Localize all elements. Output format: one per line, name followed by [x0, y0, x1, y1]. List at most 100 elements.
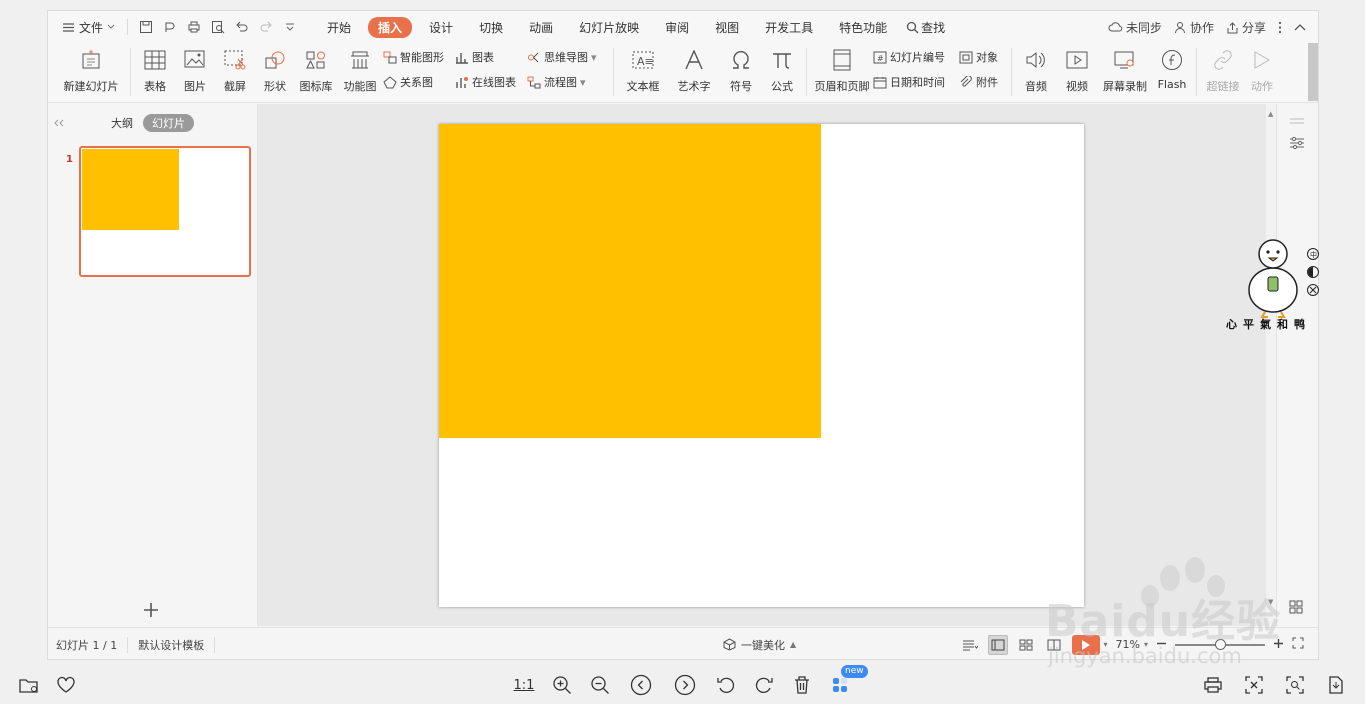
notes-view-button[interactable] [960, 635, 980, 655]
more-options-button[interactable] [1278, 21, 1282, 34]
screenshot-button[interactable]: 截屏 [215, 43, 255, 101]
share-button[interactable]: 分享 [1226, 19, 1266, 36]
tab-insert[interactable]: 插入 [368, 16, 413, 38]
print-preview-button[interactable] [208, 17, 228, 37]
mindmap-button[interactable]: 思维导图 ▾ [527, 49, 609, 65]
collaborate-button[interactable]: 协作 [1174, 19, 1214, 36]
search-button[interactable]: 查找 [906, 19, 945, 36]
print-image-button[interactable] [1202, 674, 1224, 696]
rotate-right-button[interactable] [753, 674, 775, 696]
zoom-out-icon [591, 676, 609, 694]
chevron-up-icon [1294, 24, 1306, 31]
header-footer-button[interactable]: 页眉和页脚 [811, 43, 873, 101]
tab-developer[interactable]: 开发工具 [752, 17, 826, 38]
template-name[interactable]: 默认设计模板 [138, 637, 204, 653]
properties-button[interactable] [1289, 136, 1305, 154]
collapse-ribbon-button[interactable] [1294, 23, 1306, 31]
video-icon [1066, 51, 1088, 69]
new-slide-button[interactable]: 新建幻灯片 [56, 43, 126, 101]
tab-transitions[interactable]: 切换 [466, 17, 516, 38]
file-menu-button[interactable]: 文件 [58, 17, 119, 38]
relation-chart-button[interactable]: 关系图 [383, 74, 455, 90]
object-button[interactable]: 对象 [959, 49, 1007, 65]
scan-text-button[interactable] [1284, 674, 1306, 696]
undo-button[interactable] [232, 17, 252, 37]
tab-outline[interactable]: 大纲 [111, 115, 133, 131]
cube-icon [723, 638, 736, 651]
formula-label: 公式 [771, 80, 793, 93]
tab-review[interactable]: 审阅 [652, 17, 702, 38]
online-chart-button[interactable]: 在线图表 [455, 74, 527, 90]
ribbon-scroll-handle[interactable] [1308, 43, 1318, 101]
formula-button[interactable]: 公式 [762, 43, 802, 101]
icon-library-button[interactable]: 图标库 [295, 43, 337, 101]
fullscreen-button[interactable] [1243, 674, 1265, 696]
previous-image-button[interactable] [630, 674, 652, 696]
save-button[interactable] [136, 17, 156, 37]
grid-view-button[interactable] [1289, 600, 1303, 618]
print-button[interactable] [184, 17, 204, 37]
svg-text:#: # [877, 54, 884, 63]
apps-button[interactable]: new [829, 665, 868, 696]
tab-view[interactable]: 视图 [702, 17, 752, 38]
action-button[interactable]: 动作 [1245, 43, 1279, 101]
redo-button[interactable] [256, 17, 276, 37]
flash-button[interactable]: Flash [1152, 43, 1192, 101]
folder-icon [19, 679, 38, 693]
slide-number-button[interactable]: # 幻灯片编号 [873, 49, 959, 65]
next-image-button[interactable] [674, 674, 696, 696]
function-chart-button[interactable]: 功能图 [337, 43, 383, 101]
zoom-out-view-button[interactable] [589, 674, 611, 696]
textbox-label: 文本框 [626, 80, 660, 93]
smart-shape-button[interactable]: 智能图形 [383, 49, 455, 65]
open-folder-button[interactable] [18, 674, 40, 696]
slide-canvas[interactable] [439, 124, 1084, 607]
hyperlink-label: 超链接 [1206, 80, 1240, 93]
picture-button[interactable]: 图片 [175, 43, 215, 101]
scroll-up-icon[interactable]: ▲ [1268, 110, 1273, 118]
hamburger-icon [63, 22, 74, 32]
audio-button[interactable]: 音频 [1016, 43, 1056, 101]
table-button[interactable]: 表格 [135, 43, 175, 101]
video-button[interactable]: 视频 [1056, 43, 1098, 101]
export-button[interactable] [160, 17, 180, 37]
sync-status-button[interactable]: 未同步 [1108, 19, 1162, 36]
rotate-left-button[interactable] [715, 674, 737, 696]
screen-record-button[interactable]: 屏幕录制 [1098, 43, 1152, 101]
hyperlink-button[interactable]: 超链接 [1201, 43, 1245, 101]
flowchart-button[interactable]: 流程图 ▾ [527, 74, 609, 90]
delete-button[interactable] [791, 674, 813, 696]
actual-size-button[interactable]: 1:1 [513, 674, 535, 696]
chart-button[interactable]: 图表 [455, 49, 527, 65]
textbox-button[interactable]: A≡ 文本框 [618, 43, 668, 101]
tab-home[interactable]: 开始 [314, 17, 364, 38]
normal-view-button[interactable] [987, 634, 1008, 655]
slide-thumbnail-number: 1 [66, 154, 73, 165]
tab-design[interactable]: 设计 [416, 17, 466, 38]
tab-animations[interactable]: 动画 [516, 17, 566, 38]
zoom-in-view-button[interactable] [551, 674, 573, 696]
shape-button[interactable]: 形状 [255, 43, 295, 101]
customize-toolbar-button[interactable] [280, 17, 300, 37]
add-slide-button[interactable] [143, 599, 159, 623]
slide-thumbnail[interactable] [79, 146, 251, 277]
sliders-icon [1290, 136, 1304, 150]
fit-window-button[interactable] [1292, 637, 1304, 652]
scan-icon [1286, 676, 1304, 694]
export-document-button[interactable] [1325, 674, 1347, 696]
tab-slideshow[interactable]: 幻灯片放映 [566, 17, 652, 38]
tab-special-features[interactable]: 特色功能 [826, 17, 900, 38]
attachment-button[interactable]: 附件 [959, 74, 1007, 90]
favorite-button[interactable] [55, 674, 77, 696]
symbol-button[interactable]: 符号 [720, 43, 762, 101]
datetime-button[interactable]: 日期和时间 [873, 74, 959, 90]
yellow-rectangle-shape[interactable] [439, 124, 821, 438]
tab-slides[interactable]: 幻灯片 [143, 114, 194, 132]
wordart-button[interactable]: 艺术字 [668, 43, 720, 101]
slide-sorter-view-button[interactable] [1016, 635, 1036, 655]
rotate-right-icon [755, 677, 773, 693]
beautify-button[interactable]: 一键美化 ▲ [723, 637, 796, 653]
normal-view-icon [991, 639, 1005, 650]
new-slide-label: 新建幻灯片 [63, 80, 119, 93]
screenshot-label: 截屏 [224, 80, 246, 93]
